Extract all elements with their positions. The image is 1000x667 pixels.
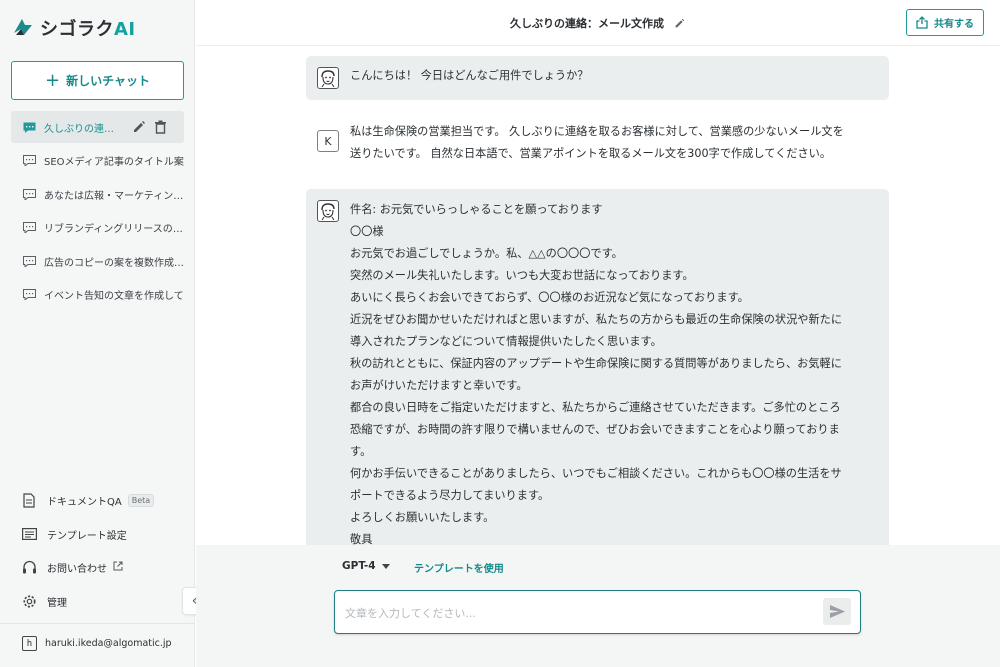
chat-title-group: 久しぶりの連絡：メール文作成 <box>510 15 685 31</box>
history-item[interactable]: イベント告知の文章を作成して <box>11 279 184 311</box>
history-item[interactable]: あなたは広報・マーケティング担当 <box>11 178 184 210</box>
user-avatar: K <box>317 130 339 152</box>
history-item[interactable]: SEOメディア記事のタイトル案 <box>11 145 184 177</box>
history-item-label: 久しぶりの連絡：メール文作成 <box>44 123 118 135</box>
new-chat-label: 新しいチャット <box>66 74 150 88</box>
model-selector-value: GPT-4 <box>342 560 376 572</box>
user-message: K 私は生命保険の営業担当です。 久しぶりに連絡を取るお客様に対して、営業感の少… <box>306 120 889 174</box>
message-line: 突然のメール失礼いたします。いつも大変お世話になっております。 <box>350 269 694 282</box>
composer: GPT-4 テンプレートを使用 <box>196 545 1000 667</box>
logo-mark-icon <box>12 15 34 41</box>
message-text: 件名: お元気でいらっしゃることを願っております 〇〇様 お元気でお過ごしでしょ… <box>350 199 877 551</box>
use-template-link[interactable]: テンプレートを使用 <box>414 560 504 575</box>
share-icon <box>916 16 928 29</box>
message-line: 〇〇様 <box>350 225 384 238</box>
history-item-active[interactable]: 久しぶりの連絡：メール文作成 <box>11 111 184 143</box>
app-logo[interactable]: シゴラクAI <box>12 14 136 42</box>
menu-document-qa[interactable]: ドキュメントQA Beta <box>11 484 184 518</box>
message-line: 私は生命保険の営業担当です。 久しぶりに連絡を取るお客様に対して、営業感の少ない… <box>350 125 844 138</box>
logo-text: シゴラクAI <box>40 19 136 40</box>
document-icon <box>21 493 37 509</box>
history-item[interactable]: 広告のコピーの案を複数作成して <box>11 245 184 277</box>
beta-badge: Beta <box>127 494 155 508</box>
assistant-avatar-icon <box>317 67 339 89</box>
menu-template-settings-label: テンプレート設定 <box>47 530 127 542</box>
chat-bubble-icon <box>23 255 36 267</box>
edit-pencil-icon[interactable] <box>132 120 146 134</box>
menu-contact-label: お問い合わせ <box>47 564 107 576</box>
history-item-label: あなたは広報・マーケティング担当 <box>44 190 184 202</box>
message-line: 件名: お元気でいらっしゃることを願っております <box>350 203 603 216</box>
history-item-label: SEOメディア記事のタイトル案 <box>44 157 184 168</box>
history-item-label: 広告のコピーの案を複数作成して <box>44 257 184 269</box>
chat-bubble-icon <box>23 222 36 233</box>
external-link-icon <box>113 561 123 574</box>
share-button[interactable]: 共有する <box>906 9 984 36</box>
send-icon <box>829 605 845 618</box>
menu-admin-label: 管理 <box>47 597 67 609</box>
message-line: よろしくお願いいたします。 <box>350 511 495 524</box>
send-button[interactable] <box>823 598 851 625</box>
gear-icon <box>21 593 37 609</box>
sidebar: シゴラクAI + 新しいチャット 久しぶりの連絡：メール文作成 SEOメディア記… <box>0 0 195 667</box>
message-input-box <box>334 590 861 634</box>
chat-bubble-icon <box>23 188 36 200</box>
template-icon <box>21 526 37 542</box>
message-input[interactable] <box>345 603 805 623</box>
chat-bubble-icon <box>23 289 36 300</box>
sidebar-divider <box>0 623 195 624</box>
message-line: 何かお手伝いできることがありましたら、いつでもご相談ください。これからも〇〇様の… <box>350 467 842 480</box>
menu-template-settings[interactable]: テンプレート設定 <box>11 518 184 552</box>
assistant-avatar-icon <box>317 200 339 222</box>
sidebar-bottom-menu: ドキュメントQA Beta テンプレート設定 お問い合わせ 管理 <box>11 484 184 618</box>
chat-history-list: 久しぶりの連絡：メール文作成 SEOメディア記事のタイトル案 あなたは広報・マー… <box>11 111 184 312</box>
chat-bubble-icon <box>23 155 36 166</box>
trash-icon[interactable] <box>154 120 167 134</box>
menu-document-qa-label: ドキュメントQA <box>47 497 122 509</box>
message-line: ポートできるよう尽力してまいります。 <box>350 489 550 502</box>
message-text: こんにちは！ 今日はどんなご用件でしょうか？ <box>350 69 589 82</box>
new-chat-button[interactable]: + 新しいチャット <box>11 61 184 100</box>
message-line: 導入されたプランなどについて情報提供いたしたく思います。 <box>350 335 662 348</box>
message-line: す。 <box>350 445 372 458</box>
caret-down-icon <box>381 560 390 572</box>
history-item[interactable]: リブランディングリリースの作成 <box>11 212 184 244</box>
headset-icon <box>21 560 37 576</box>
edit-title-icon[interactable] <box>674 18 685 29</box>
message-line: お声がけいただけますと幸いです。 <box>350 379 528 392</box>
message-line: 都合の良い日時をご指定いただけますと、私たちからご連絡させていただきます。ご多忙… <box>350 401 841 414</box>
plus-icon: + <box>45 69 61 91</box>
message-line: 送りたいです。 自然な日本語で、営業アポイントを取るメール文を300字で作成して… <box>350 147 832 160</box>
message-text: 私は生命保険の営業担当です。 久しぶりに連絡を取るお客様に対して、営業感の少ない… <box>350 121 877 165</box>
history-item-label: イベント告知の文章を作成して <box>44 291 184 302</box>
message-line: 秋の訪れとともに、保証内容のアップデートや生命保険に関する質問等がありましたら、… <box>350 357 842 370</box>
user-account[interactable]: h haruki.ikeda@algomatic.jp <box>22 636 172 651</box>
chat-header: 久しぶりの連絡：メール文作成 共有する <box>196 0 1000 46</box>
menu-contact[interactable]: お問い合わせ <box>11 551 184 585</box>
share-button-label: 共有する <box>934 19 974 30</box>
history-item-label: リブランディングリリースの作成 <box>44 224 184 235</box>
user-email: haruki.ikeda@algomatic.jp <box>45 638 172 649</box>
model-selector[interactable]: GPT-4 <box>342 560 390 572</box>
message-line: 近況をぜひお聞かせいただければと思いますが、私たちの方からも最近の生命保険の状況… <box>350 313 843 326</box>
page-title: 久しぶりの連絡：メール文作成 <box>510 17 664 30</box>
message-line: あいにく長らくお会いできておらず、〇〇様のお近況など気になっております。 <box>350 291 749 304</box>
menu-admin[interactable]: 管理 <box>11 585 184 619</box>
assistant-message: 件名: お元気でいらっしゃることを願っております 〇〇様 お元気でお過ごしでしょ… <box>306 189 889 569</box>
message-line: 恐縮ですが、お時間の許す限りで構いませんので、ぜひお会いできますことを心より願っ… <box>350 423 840 436</box>
message-line: お元気でお過ごしでしょうか。私、△△の〇〇〇です。 <box>350 247 623 260</box>
chat-bubble-icon <box>23 122 36 133</box>
avatar: h <box>22 636 37 651</box>
assistant-message: こんにちは！ 今日はどんなご用件でしょうか？ <box>306 56 889 100</box>
